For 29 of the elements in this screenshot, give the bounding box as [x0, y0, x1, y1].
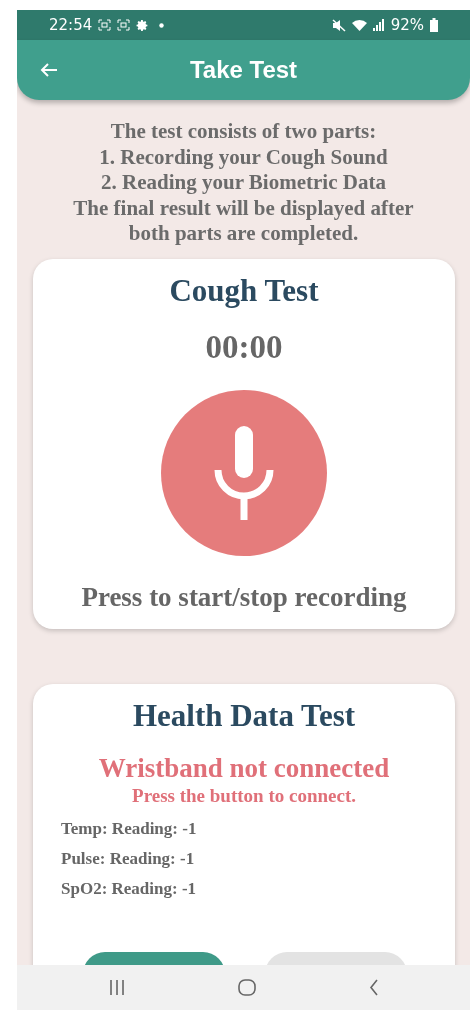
connect-hint: Press the button to connect. [132, 783, 356, 808]
battery-percent: 92% [390, 16, 424, 34]
recent-apps-icon [108, 980, 125, 995]
wifi-icon [351, 19, 367, 31]
connection-status: Wristband not connected [98, 751, 390, 784]
home-icon [237, 979, 256, 996]
back-button[interactable] [368, 979, 379, 996]
card-title: Cough Test [169, 271, 319, 310]
recent-apps-button[interactable] [108, 980, 125, 995]
clock-time: 22:54 [49, 16, 93, 34]
gear-icon [136, 18, 150, 32]
back-chevron-icon [368, 979, 379, 996]
signal-icon [372, 19, 385, 31]
card-title: Health Data Test [132, 696, 356, 735]
back-arrow-icon [40, 62, 58, 78]
intro-text: The test consists of two parts: 1. Recording your Cough Sound 2. Reading your Biometric Data The final result will be displayed after both parts are completed. [73, 119, 414, 247]
screenshot-icon [98, 19, 112, 31]
instruction-text: Press to start/stop recording [81, 580, 407, 613]
battery-icon [430, 18, 438, 32]
reading-text: Temp: Reading: -1 [61, 817, 197, 840]
screenshot-icon [117, 19, 131, 31]
reading-text: Pulse: Reading: -1 [61, 847, 195, 870]
microphone-icon [214, 425, 274, 520]
home-button[interactable] [237, 979, 256, 996]
dot-icon [159, 22, 165, 28]
screen-title: Take Test [189, 56, 298, 84]
timer: 00:00 [205, 327, 283, 366]
mute-icon [331, 18, 346, 32]
reading-text: SpO2: Reading: -1 [61, 877, 197, 900]
